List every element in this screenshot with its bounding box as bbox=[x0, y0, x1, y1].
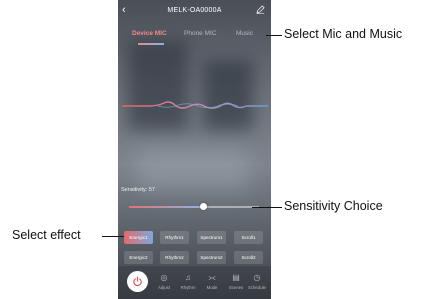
tab-phone-mic[interactable]: Phone MIC bbox=[184, 30, 217, 37]
sensitivity-slider[interactable] bbox=[129, 203, 259, 210]
bottom-nav: ◎ Adjust ♫ Rhythm ⪥ Mode ▤ Scenes ◷ Schedule bbox=[118, 266, 271, 299]
effect-button[interactable]: Rhythm2 bbox=[160, 251, 189, 264]
callout-sensitivity: Sensitivity Choice bbox=[284, 199, 383, 213]
top-bar: ‹ MELK-OA0000A bbox=[118, 0, 271, 24]
nav-item[interactable]: ⪥ Mode bbox=[201, 273, 223, 290]
clock-icon: ◷ bbox=[253, 273, 261, 282]
music-note-icon: ♫ bbox=[185, 273, 191, 282]
effect-button[interactable]: Scroll1 bbox=[234, 231, 263, 244]
scenes-icon: ▤ bbox=[232, 273, 240, 282]
effect-button[interactable]: Scroll2 bbox=[234, 251, 263, 264]
effect-button[interactable]: Energic2 bbox=[124, 251, 153, 264]
power-button[interactable] bbox=[127, 271, 148, 292]
background-blur bbox=[138, 150, 248, 190]
callout-line bbox=[252, 207, 282, 208]
power-icon bbox=[133, 276, 142, 287]
callout-line bbox=[102, 236, 124, 237]
callout-line bbox=[266, 35, 282, 36]
pencil-icon[interactable] bbox=[256, 5, 265, 14]
background-blur bbox=[203, 60, 253, 130]
nav-item-label: Mode bbox=[206, 285, 218, 290]
slider-fill bbox=[129, 206, 204, 208]
nav-item[interactable]: ◷ Schedule bbox=[246, 273, 268, 290]
phone-screen: ‹ MELK-OA0000A Device MIC Phone MIC Musi… bbox=[118, 0, 271, 299]
nav-item[interactable]: ◎ Adjust bbox=[153, 273, 175, 290]
sensitivity-label: Sensitivity: 57 bbox=[121, 187, 155, 193]
effect-button[interactable]: Energic1 bbox=[124, 231, 153, 244]
callout-mic-music: Select Mic and Music bbox=[284, 27, 403, 41]
nav-item[interactable]: ♫ Rhythm bbox=[177, 273, 199, 290]
tab-music[interactable]: Music bbox=[236, 30, 253, 37]
adjust-icon: ◎ bbox=[160, 273, 168, 282]
effect-button[interactable]: Spectrum1 bbox=[197, 231, 226, 244]
callout-effect: Select effect bbox=[12, 228, 81, 242]
effect-button[interactable]: Spectrum2 bbox=[197, 251, 226, 264]
nav-item-label: Schedule bbox=[248, 285, 266, 290]
device-title: MELK-OA0000A bbox=[167, 7, 222, 14]
nav-item-label: Rhythm bbox=[180, 285, 196, 290]
nav-item-label: Scenes bbox=[228, 285, 244, 290]
tab-device-mic[interactable]: Device MIC bbox=[132, 30, 167, 37]
sound-wave-visualizer bbox=[122, 101, 268, 109]
background-blur bbox=[128, 40, 188, 130]
slider-thumb[interactable] bbox=[199, 203, 207, 210]
nav-item[interactable]: ▤ Scenes bbox=[225, 273, 247, 290]
nav-item-label: Adjust bbox=[158, 285, 170, 290]
mode-icon: ⪥ bbox=[208, 273, 216, 282]
effect-button[interactable]: Rhythm1 bbox=[160, 231, 189, 244]
active-tab-underline bbox=[138, 43, 164, 45]
